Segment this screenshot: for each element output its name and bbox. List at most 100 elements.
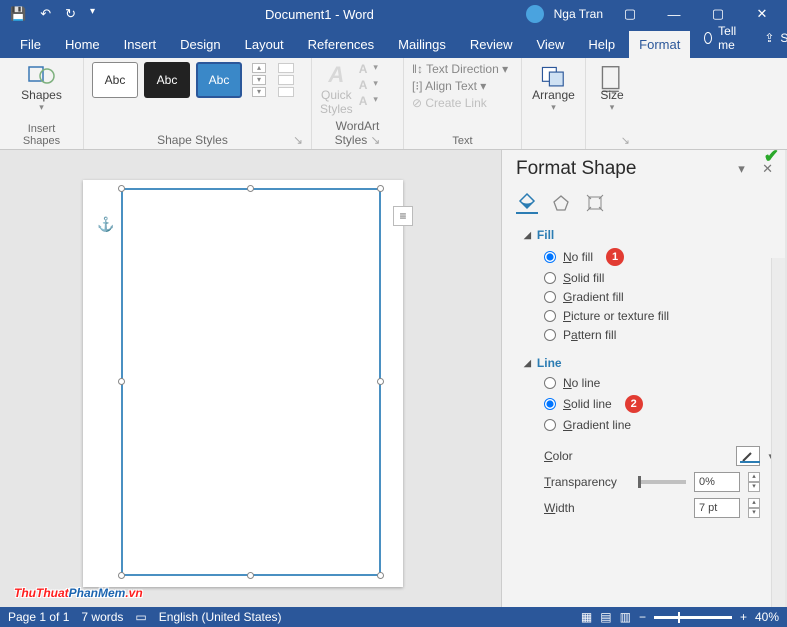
color-label: Color bbox=[544, 449, 618, 463]
read-mode-icon[interactable]: ▦ bbox=[581, 610, 592, 624]
opt-solid-line[interactable]: Solid line2 bbox=[544, 395, 773, 413]
title-bar: 💾 ↶ ↻ ▾ Document1 - Word Nga Tran ▢ — ▢ … bbox=[0, 0, 787, 28]
resize-handle[interactable] bbox=[247, 572, 254, 579]
pane-menu-icon[interactable]: ▾ bbox=[738, 161, 745, 176]
opt-solid-fill[interactable]: Solid fill bbox=[544, 271, 773, 285]
ribbon-tabs: File Home Insert Design Layout Reference… bbox=[0, 28, 787, 58]
tab-layout[interactable]: Layout bbox=[235, 31, 294, 58]
width-spinner[interactable]: ▴▾ bbox=[748, 498, 760, 518]
zoom-out-icon[interactable]: − bbox=[639, 610, 646, 624]
callout-1: 1 bbox=[606, 248, 624, 266]
resize-handle[interactable] bbox=[377, 185, 384, 192]
tab-file[interactable]: File bbox=[10, 31, 51, 58]
group-text: Text bbox=[412, 132, 513, 147]
arrange-icon bbox=[539, 64, 569, 86]
bulb-icon bbox=[704, 32, 712, 44]
layout-options-icon[interactable]: ≡ bbox=[393, 206, 413, 226]
undo-icon[interactable]: ↶ bbox=[40, 6, 51, 22]
resize-handle[interactable] bbox=[118, 185, 125, 192]
opt-no-line[interactable]: No line bbox=[544, 376, 773, 390]
callout-2: 2 bbox=[625, 395, 643, 413]
tab-home[interactable]: Home bbox=[55, 31, 110, 58]
size-icon bbox=[597, 64, 627, 86]
document-title: Document1 - Word bbox=[265, 7, 374, 22]
tab-view[interactable]: View bbox=[526, 31, 574, 58]
tab-review[interactable]: Review bbox=[460, 31, 523, 58]
group-wordart: WordArt Styles ↘ bbox=[320, 116, 395, 147]
zoom-level[interactable]: 40% bbox=[755, 610, 779, 624]
fill-line-tab-icon[interactable] bbox=[516, 192, 538, 214]
transparency-spinner[interactable]: ▴▾ bbox=[748, 472, 760, 492]
transparency-slider[interactable] bbox=[638, 480, 686, 484]
format-shape-pane: Format Shape ▾ ✕ ◢Fill No fill1 Solid fi… bbox=[501, 150, 785, 609]
shape-style-3[interactable]: Abc bbox=[196, 62, 242, 98]
shape-style-1[interactable]: Abc bbox=[92, 62, 138, 98]
page-count[interactable]: Page 1 of 1 bbox=[8, 610, 69, 624]
shape-fill-outline-effects[interactable] bbox=[278, 63, 294, 97]
qat-more-icon[interactable]: ▾ bbox=[90, 6, 95, 22]
redo-icon[interactable]: ↻ bbox=[65, 6, 76, 22]
tab-mailings[interactable]: Mailings bbox=[388, 31, 456, 58]
minimize-icon[interactable]: — bbox=[657, 7, 691, 22]
tab-references[interactable]: References bbox=[298, 31, 384, 58]
pane-title: Format Shape bbox=[516, 158, 636, 180]
share-icon: ⇪ bbox=[764, 31, 774, 45]
word-count[interactable]: 7 words bbox=[81, 610, 123, 624]
transparency-value[interactable]: 0% bbox=[694, 472, 740, 492]
quick-styles: A Quick Styles bbox=[320, 62, 353, 116]
share-button[interactable]: ⇪Share bbox=[754, 18, 787, 58]
ribbon: Shapes ▾ Insert Shapes Abc Abc Abc ▴▾▾ S… bbox=[0, 58, 787, 150]
quick-access-toolbar: 💾 ↶ ↻ ▾ bbox=[0, 6, 105, 22]
opt-gradient-line[interactable]: Gradient line bbox=[544, 418, 773, 432]
anchor-icon: ⚓ bbox=[97, 216, 114, 233]
create-link: ⊘ Create Link bbox=[412, 96, 513, 110]
shapes-icon bbox=[27, 64, 57, 86]
opt-picture-fill[interactable]: Picture or texture fill bbox=[544, 309, 773, 323]
tell-me[interactable]: Tell me bbox=[694, 18, 750, 58]
check-icon: ✔ bbox=[764, 146, 779, 167]
group-shape-styles: Shape Styles ↘ bbox=[92, 130, 303, 147]
tab-help[interactable]: Help bbox=[578, 31, 625, 58]
selected-shape[interactable] bbox=[121, 188, 381, 576]
page[interactable]: ⚓ ≡ bbox=[83, 180, 403, 587]
section-line[interactable]: ◢Line bbox=[524, 356, 773, 370]
ribbon-display-icon[interactable]: ▢ bbox=[613, 6, 647, 22]
text-direction[interactable]: ‖↕ Text Direction ▾ bbox=[412, 62, 513, 76]
resize-handle[interactable] bbox=[118, 378, 125, 385]
opt-no-fill[interactable]: No fill1 bbox=[544, 248, 773, 266]
width-value[interactable]: 7 pt bbox=[694, 498, 740, 518]
zoom-in-icon[interactable]: + bbox=[740, 610, 747, 624]
tab-insert[interactable]: Insert bbox=[114, 31, 167, 58]
watermark: ThuThuatPhanMem.vn bbox=[14, 577, 143, 603]
effects-tab-icon[interactable] bbox=[550, 192, 572, 214]
align-text[interactable]: [⁝] Align Text ▾ bbox=[412, 79, 513, 93]
status-bar: Page 1 of 1 7 words ▭ English (United St… bbox=[0, 607, 787, 627]
arrange-button[interactable]: Arrange▾ bbox=[530, 62, 577, 113]
wordart-options: A▾ A▾ A▾ bbox=[359, 62, 382, 116]
width-label: Width bbox=[544, 501, 630, 515]
save-icon[interactable]: 💾 bbox=[10, 6, 26, 22]
style-scroll[interactable]: ▴▾▾ bbox=[252, 63, 266, 97]
tab-design[interactable]: Design bbox=[170, 31, 230, 58]
color-picker[interactable] bbox=[736, 446, 760, 466]
print-layout-icon[interactable]: ▤ bbox=[600, 610, 611, 624]
language[interactable]: English (United States) bbox=[159, 610, 282, 624]
size-props-tab-icon[interactable] bbox=[584, 192, 606, 214]
zoom-slider[interactable] bbox=[654, 616, 732, 619]
resize-handle[interactable] bbox=[377, 572, 384, 579]
size-button[interactable]: Size▾ bbox=[594, 62, 630, 113]
web-layout-icon[interactable]: ▥ bbox=[620, 610, 631, 624]
user-name: Nga Tran bbox=[554, 7, 603, 21]
proofing-icon[interactable]: ▭ bbox=[135, 610, 146, 624]
opt-gradient-fill[interactable]: Gradient fill bbox=[544, 290, 773, 304]
avatar[interactable] bbox=[526, 5, 544, 23]
tab-format[interactable]: Format bbox=[629, 31, 690, 58]
shape-style-2[interactable]: Abc bbox=[144, 62, 190, 98]
transparency-label: Transparency bbox=[544, 475, 630, 489]
opt-pattern-fill[interactable]: Pattern fill bbox=[544, 328, 773, 342]
pane-scrollbar[interactable] bbox=[771, 258, 785, 609]
section-fill[interactable]: ◢Fill bbox=[524, 228, 773, 242]
resize-handle[interactable] bbox=[247, 185, 254, 192]
shapes-button[interactable]: Shapes ▾ bbox=[8, 62, 75, 113]
resize-handle[interactable] bbox=[377, 378, 384, 385]
